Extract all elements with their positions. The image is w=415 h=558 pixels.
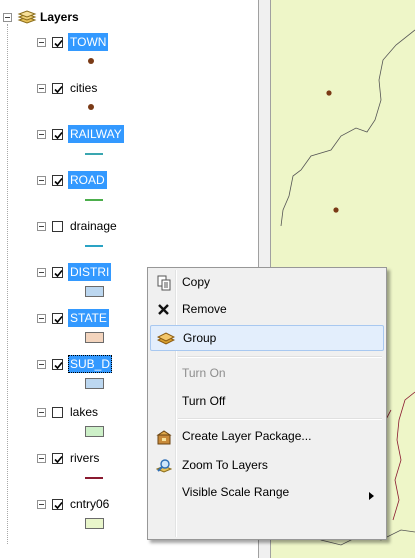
line-symbol-icon [85, 199, 103, 201]
zoom-to-layers-icon [155, 458, 173, 474]
polygon-symbol-icon [85, 286, 104, 297]
polygon-symbol-icon [85, 332, 104, 343]
menu-item-visible-scale-range[interactable]: Visible Scale Range [150, 480, 384, 506]
line-symbol-icon [85, 245, 103, 247]
polygon-symbol-icon [85, 518, 104, 529]
polygon-symbol-icon [85, 426, 104, 437]
menu-item-label: Turn Off [182, 394, 226, 408]
layer-visibility-checkbox[interactable] [52, 313, 63, 324]
layer-name-label[interactable]: cntry06 [68, 495, 111, 513]
layer-name-label[interactable]: drainage [68, 217, 119, 235]
layer-visibility-checkbox[interactable] [52, 175, 63, 186]
menu-item-label: Copy [182, 275, 211, 289]
checkmark-icon [54, 315, 63, 324]
layer-visibility-checkbox[interactable] [52, 267, 63, 278]
layer-name-label[interactable]: STATE [68, 309, 109, 327]
collapse-layer-button[interactable] [37, 38, 46, 47]
menu-item-turn-off[interactable]: Turn Off [150, 389, 384, 415]
menu-item-label: Remove [182, 302, 227, 316]
menu-item-remove[interactable]: Remove [150, 297, 384, 323]
boundary-line [280, 29, 415, 227]
layer-row: ROAD [0, 170, 255, 210]
checkmark-icon [54, 455, 63, 464]
menu-item-create-layer-package[interactable]: Create Layer Package... [150, 424, 384, 450]
menu-separator [178, 418, 382, 420]
collapse-layer-button[interactable] [37, 222, 46, 231]
checkmark-icon [54, 361, 63, 370]
menu-item-turn-on[interactable]: Turn On [150, 361, 384, 387]
remove-x-icon [156, 302, 172, 318]
menu-item-group[interactable]: Group [150, 325, 384, 351]
menu-item-label: Group [183, 331, 217, 345]
layer-visibility-checkbox[interactable] [52, 221, 63, 232]
checkmark-icon [54, 269, 63, 278]
layer-visibility-checkbox[interactable] [52, 407, 63, 418]
checkmark-icon [54, 85, 63, 94]
copy-icon [156, 275, 172, 291]
collapse-layer-button[interactable] [37, 360, 46, 369]
checkmark-icon [54, 177, 63, 186]
menu-item-zoom-to-layers[interactable]: Zoom To Layers [150, 453, 384, 479]
polygon-symbol-icon [85, 378, 104, 389]
point-symbol-icon [88, 58, 94, 64]
menu-separator [178, 356, 382, 358]
layer-package-icon [156, 429, 172, 445]
layer-visibility-checkbox[interactable] [52, 37, 63, 48]
collapse-layer-button[interactable] [37, 500, 46, 509]
collapse-layers-button[interactable] [3, 13, 12, 22]
layer-name-label[interactable]: DISTRI [68, 263, 112, 281]
checkmark-icon [54, 501, 63, 510]
collapse-layer-button[interactable] [37, 176, 46, 185]
layer-name-label[interactable]: SUB_D [68, 355, 113, 373]
line-symbol-icon [85, 477, 103, 479]
collapse-layer-button[interactable] [37, 84, 46, 93]
layer-visibility-checkbox[interactable] [52, 453, 63, 464]
menu-item-label: Zoom To Layers [182, 458, 268, 472]
layer-context-menu: Copy Remove Group Turn On Turn Off Creat… [147, 267, 387, 540]
menu-item-label: Create Layer Package... [182, 429, 312, 443]
layer-row: TOWN [0, 32, 255, 72]
layer-row: cities [0, 78, 255, 118]
menu-item-label: Turn On [182, 366, 226, 380]
checkmark-icon [54, 131, 63, 140]
layer-name-label[interactable]: RAILWAY [68, 125, 124, 143]
submenu-arrow-icon [369, 489, 374, 503]
layer-visibility-checkbox[interactable] [52, 499, 63, 510]
menu-item-label: Visible Scale Range [182, 485, 290, 499]
point-symbol-icon [88, 104, 94, 110]
layers-root-label[interactable]: Layers [40, 8, 79, 26]
line-symbol-icon [85, 153, 103, 155]
collapse-layer-button[interactable] [37, 268, 46, 277]
layer-visibility-checkbox[interactable] [52, 83, 63, 94]
collapse-layer-button[interactable] [37, 130, 46, 139]
layer-row: RAILWAY [0, 124, 255, 164]
collapse-layer-button[interactable] [37, 408, 46, 417]
checkmark-icon [54, 39, 63, 48]
layer-name-label[interactable]: cities [68, 79, 99, 97]
boundary-line [392, 391, 415, 521]
layer-visibility-checkbox[interactable] [52, 359, 63, 370]
collapse-layer-button[interactable] [37, 314, 46, 323]
town-point [333, 207, 339, 213]
collapse-layer-button[interactable] [37, 454, 46, 463]
layers-stack-icon [17, 8, 37, 26]
layer-row: drainage [0, 216, 255, 256]
layer-name-label[interactable]: TOWN [68, 33, 109, 51]
layer-name-label[interactable]: ROAD [68, 171, 107, 189]
layer-visibility-checkbox[interactable] [52, 129, 63, 140]
menu-item-copy[interactable]: Copy [150, 270, 384, 296]
town-point [326, 90, 332, 96]
group-layer-icon [156, 331, 176, 347]
layer-name-label[interactable]: lakes [68, 403, 100, 421]
layer-name-label[interactable]: rivers [68, 449, 101, 467]
